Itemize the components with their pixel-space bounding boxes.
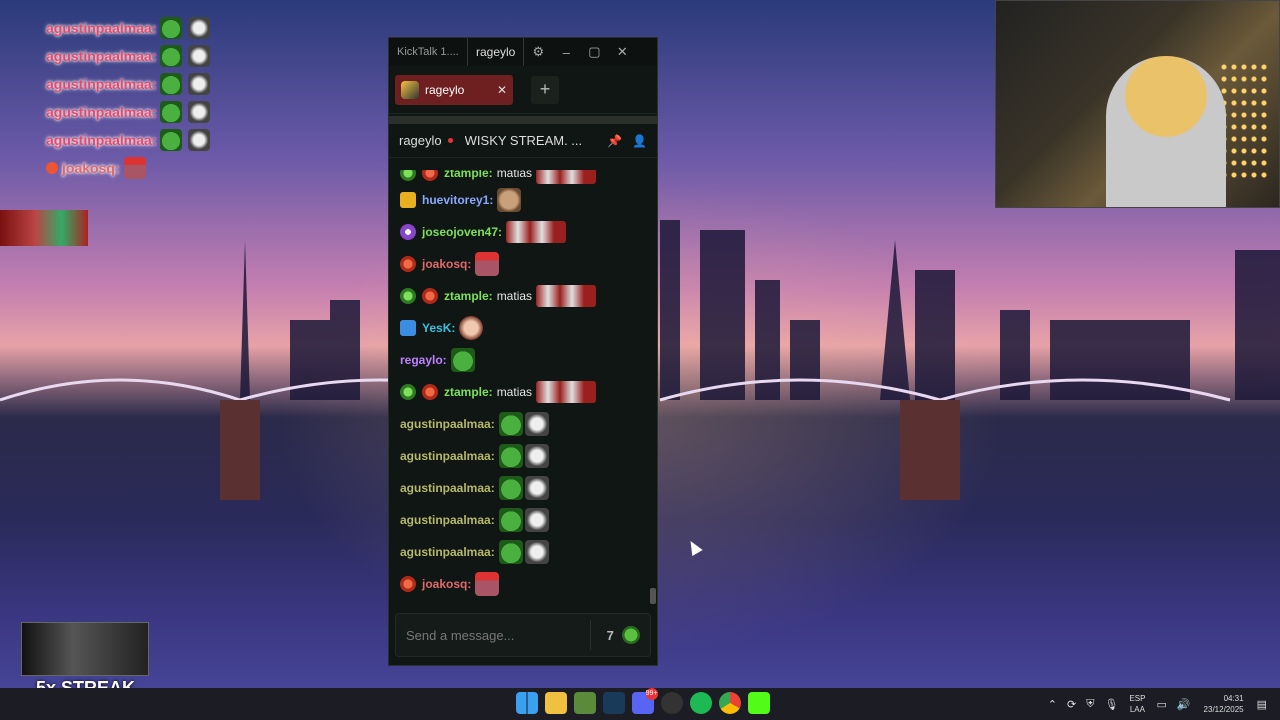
chat-message: regaylo: <box>389 344 651 376</box>
stream-title: WISKY STREAM. ... <box>464 133 583 148</box>
streak-image <box>21 622 149 676</box>
chat-text: matias <box>496 170 533 180</box>
close-icon[interactable]: ✕ <box>608 44 636 60</box>
chat-message: joakosq: <box>389 568 651 600</box>
chat-username[interactable]: ztample: <box>444 385 493 399</box>
system-tray: ⌃ ⟳ ⛨ 🎙 ESP LAA ▭ 🔊 04:31 23/12/2025 ▤ <box>1043 688 1272 720</box>
chat-username[interactable]: joakosq: <box>422 257 471 271</box>
chat-text: matias <box>496 289 533 303</box>
chat-message: agustinpaalmaa: <box>389 504 651 536</box>
chat-message: agustinpaalmaa: <box>389 408 651 440</box>
divider <box>590 620 591 650</box>
overlay-chat-line: joakosq: <box>46 154 212 182</box>
7tv-emote-icon[interactable]: 7 <box>605 624 616 646</box>
shield-icon[interactable]: ⛨ <box>1086 698 1094 711</box>
webcam-feed <box>995 0 1280 208</box>
overlay-chat-line: agustinpaalmaa: <box>46 42 212 70</box>
chat-text: matias <box>496 385 533 399</box>
chat-messages: ztample: matias huevitorey1: joseojoven4… <box>389 170 651 602</box>
chat-message: agustinpaalmaa: <box>389 440 651 472</box>
chat-message: joseojoven47: <box>389 216 651 248</box>
chat-username[interactable]: agustinpaalmaa: <box>400 417 495 431</box>
chevron-up-icon[interactable]: ⌃ <box>1048 698 1057 711</box>
chat-username[interactable]: agustinpaalmaa: <box>400 545 495 559</box>
chat-username[interactable]: huevitorey1: <box>422 193 493 207</box>
add-tab-button[interactable]: + <box>531 75 559 104</box>
overlay-chat-line: agustinpaalmaa: <box>46 70 212 98</box>
app-title: KickTalk 1.... <box>397 46 459 58</box>
notifications-icon[interactable]: ▤ <box>1257 698 1267 711</box>
clock[interactable]: 04:31 23/12/2025 <box>1204 693 1244 715</box>
kicktalk-window: KickTalk 1.... rageylo ⚙ – ▢ ✕ rageylo ✕… <box>388 37 658 666</box>
minecraft-icon[interactable] <box>573 692 596 714</box>
live-indicator-icon <box>447 138 453 143</box>
overlay-chat-line: agustinpaalmaa: <box>46 14 212 42</box>
tab-label: rageylo <box>425 82 465 97</box>
chat-message: ztample: matias <box>389 376 651 408</box>
chat-message: agustinpaalmaa: <box>389 472 651 504</box>
maximize-icon[interactable]: ▢ <box>580 44 608 60</box>
chat-message: YesK: <box>389 312 651 344</box>
overlay-chat: agustinpaalmaa: agustinpaalmaa: agustinp… <box>46 14 212 182</box>
chat-username[interactable]: ztample: <box>444 289 493 303</box>
overlay-chat-line: agustinpaalmaa: <box>46 98 212 126</box>
channel-header: rageylo WISKY STREAM. ... 📌 👤 <box>389 124 657 158</box>
chat-message: huevitorey1: <box>389 184 651 216</box>
steam-icon[interactable] <box>602 692 625 714</box>
volume-icon[interactable]: 🔊 <box>1177 698 1191 711</box>
sync-icon[interactable]: ⟳ <box>1067 698 1076 711</box>
chat-message: joakosq: <box>389 248 651 280</box>
chat-username[interactable]: agustinpaalmaa: <box>400 449 495 463</box>
chat-username[interactable]: agustinpaalmaa: <box>400 513 495 527</box>
title-channel[interactable]: rageylo <box>467 38 525 66</box>
chat-username[interactable]: agustinpaalmaa: <box>400 481 495 495</box>
tab-close-icon[interactable]: ✕ <box>497 83 507 97</box>
chat-username[interactable]: YesK: <box>422 321 455 335</box>
overlay-emote-strip <box>0 210 88 246</box>
windows-start-icon[interactable] <box>515 692 538 714</box>
user-icon[interactable]: 👤 <box>632 134 647 148</box>
overlay-chat-line: agustinpaalmaa: <box>46 126 212 154</box>
chat-username[interactable]: joseojoven47: <box>422 225 502 239</box>
notification-badge: 99+ <box>645 688 658 700</box>
tab-row: rageylo ✕ + <box>389 66 657 114</box>
kicktalk-icon[interactable] <box>747 692 770 714</box>
settings-icon[interactable]: ⚙ <box>524 44 552 60</box>
input-language[interactable]: ESP LAA <box>1129 693 1145 715</box>
network-icon[interactable]: ▭ <box>1156 698 1166 711</box>
pin-icon[interactable]: 📌 <box>607 134 622 148</box>
microphone-icon[interactable]: 🎙 <box>1104 698 1118 711</box>
minimize-icon[interactable]: – <box>552 45 580 60</box>
chat-username[interactable]: joakosq: <box>422 577 471 591</box>
title-bar: KickTalk 1.... rageylo ⚙ – ▢ ✕ <box>389 38 657 66</box>
avatar <box>401 80 419 99</box>
chat-username[interactable]: ztample: <box>444 170 493 180</box>
message-composer: 7 <box>395 613 651 657</box>
chat-username[interactable]: regaylo: <box>400 353 447 367</box>
divider <box>389 116 657 124</box>
emote-picker-icon[interactable] <box>622 624 640 646</box>
channel-name: rageylo <box>399 133 442 148</box>
discord-icon[interactable]: 99+ <box>631 688 658 714</box>
chat-scrollbar[interactable] <box>650 588 656 604</box>
file-explorer-icon[interactable] <box>544 692 567 714</box>
chrome-icon[interactable] <box>718 692 741 714</box>
spotify-icon[interactable] <box>689 692 712 714</box>
chat-message: agustinpaalmaa: <box>389 536 651 568</box>
taskbar: 99+ ⌃ ⟳ ⛨ 🎙 ESP LAA ▭ 🔊 04:31 23/12/2025 ▤ <box>0 688 1280 720</box>
chat-message: ztample: matias <box>389 170 651 184</box>
message-input[interactable] <box>406 627 582 643</box>
chat-message: ztample: matias <box>389 280 651 312</box>
obs-icon[interactable] <box>660 692 683 714</box>
tab-rageylo[interactable]: rageylo ✕ <box>395 74 513 105</box>
